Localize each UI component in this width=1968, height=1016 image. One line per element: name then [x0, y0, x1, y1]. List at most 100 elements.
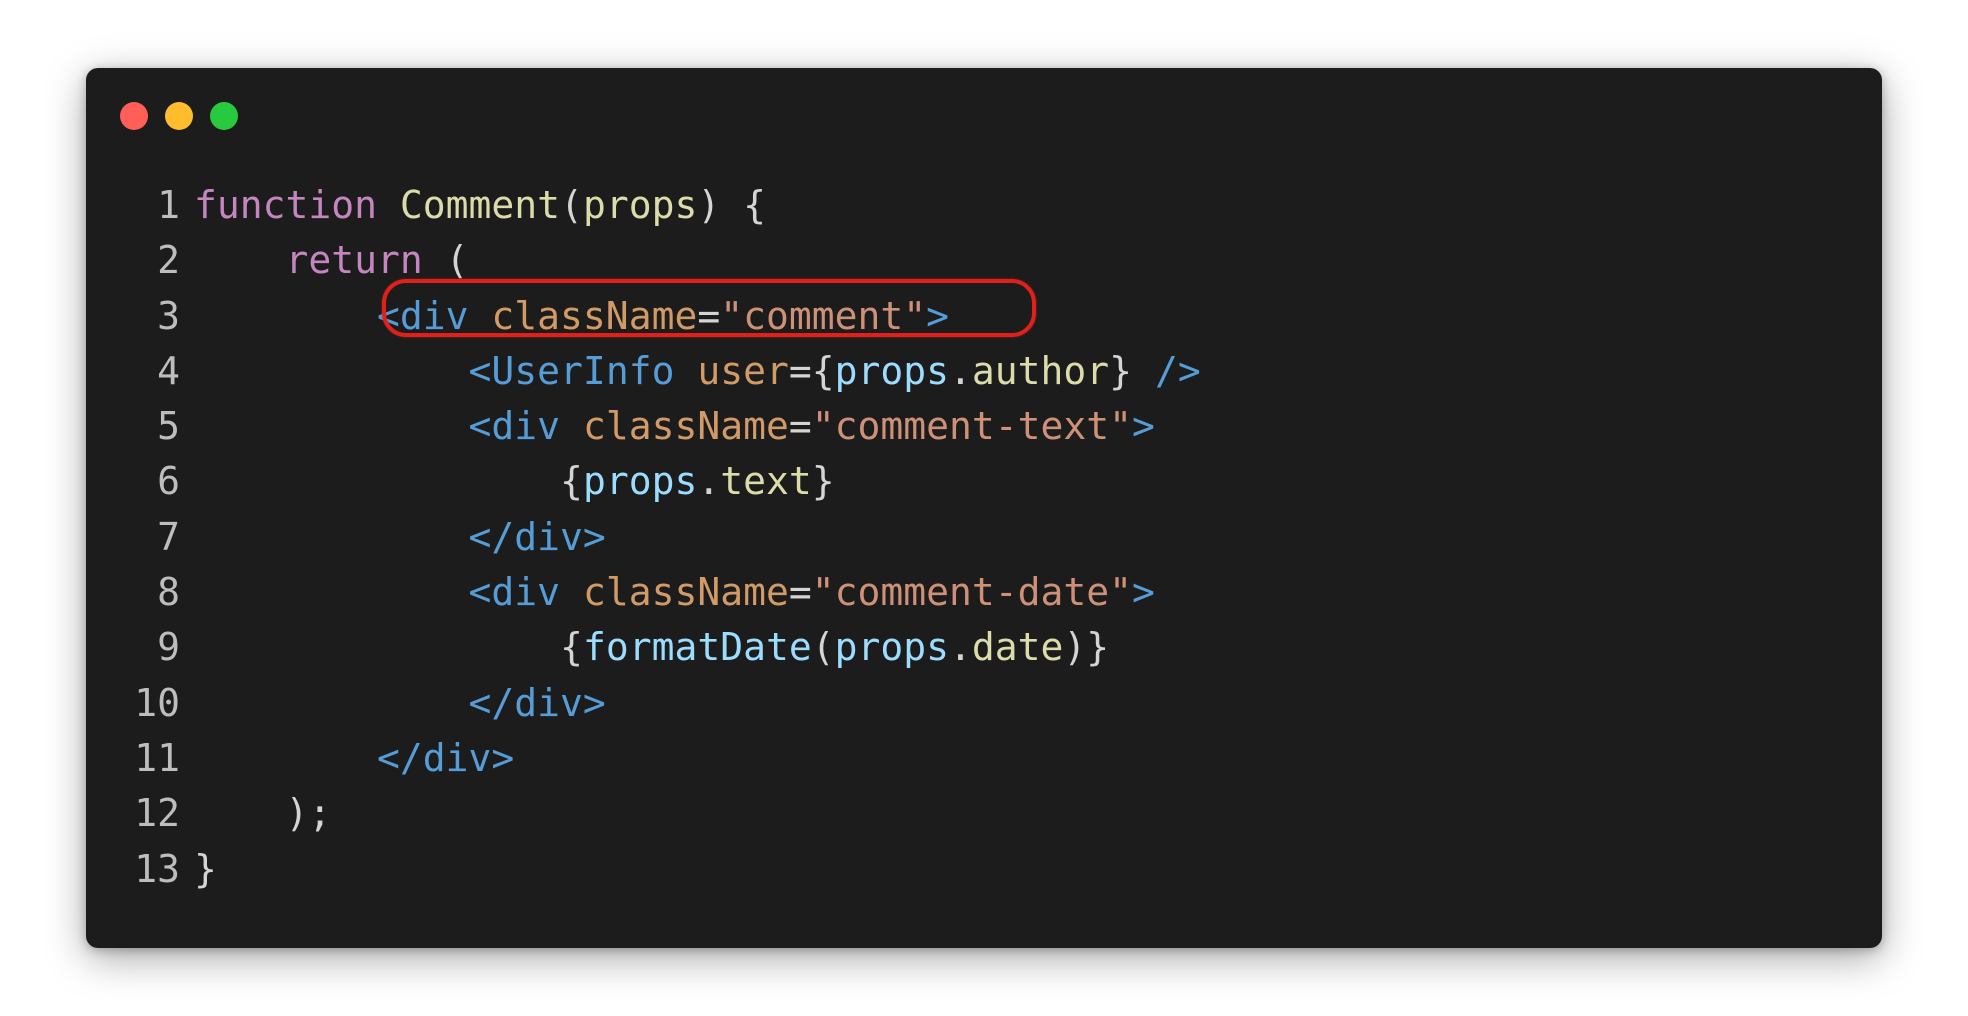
- line-number: 5: [157, 404, 180, 449]
- page: 1 function Comment(props) {2 return (3 <d…: [0, 0, 1968, 1016]
- code-token: className: [582, 570, 789, 615]
- code-block: 1 function Comment(props) {2 return (3 <d…: [86, 178, 1201, 897]
- code-token: <div: [468, 404, 583, 449]
- line-number: 3: [157, 293, 180, 338]
- code-line: 11 </div>: [86, 731, 514, 786]
- line-number: 12: [134, 791, 180, 836]
- code-text: </div>: [194, 510, 606, 565]
- code-line: 9 {formatDate(props.date)}: [86, 620, 1109, 675]
- code-line: 6 {props.text}: [86, 454, 835, 509]
- minimize-button[interactable]: [165, 102, 193, 130]
- code-text: {formatDate(props.date)}: [194, 620, 1109, 675]
- code-text: );: [194, 786, 332, 841]
- line-number: 9: [157, 625, 180, 670]
- code-line: 7 </div>: [86, 510, 606, 565]
- code-token: }: [194, 846, 217, 891]
- code-token: ={: [788, 348, 835, 393]
- code-text: </div>: [194, 731, 514, 786]
- code-token: <div: [468, 570, 583, 615]
- code-line: 5 <div className="comment-text">: [86, 399, 1155, 454]
- code-line: 3 <div className="comment">: [86, 289, 949, 344]
- code-text: return (: [194, 233, 469, 288]
- code-token: =: [697, 293, 721, 338]
- code-line: 10 </div>: [86, 676, 606, 731]
- code-token: </div>: [468, 514, 606, 559]
- code-token: "comment-text": [811, 404, 1133, 449]
- code-token: (: [422, 238, 469, 283]
- code-token: className: [582, 404, 789, 449]
- code-token: function: [194, 183, 400, 227]
- window-controls: [120, 102, 238, 130]
- code-text: <div className="comment">: [194, 289, 949, 344]
- code-token: >: [1132, 570, 1155, 615]
- code-token: date: [971, 625, 1064, 670]
- code-token: >: [1132, 404, 1155, 449]
- code-token: );: [194, 791, 332, 836]
- maximize-button[interactable]: [210, 102, 238, 130]
- code-token: {: [194, 625, 583, 670]
- code-token: .: [697, 459, 721, 504]
- code-token: formatDate: [582, 625, 812, 670]
- code-line: 13}: [86, 842, 217, 897]
- code-token: </div>: [377, 735, 515, 780]
- close-button[interactable]: [120, 102, 148, 130]
- line-number: 8: [157, 570, 180, 615]
- code-text: </div>: [194, 676, 606, 731]
- code-token: text: [720, 459, 812, 504]
- code-token: return: [285, 238, 423, 283]
- code-window: 1 function Comment(props) {2 return (3 <d…: [86, 68, 1882, 948]
- code-token: user: [697, 348, 789, 393]
- line-number: 1: [157, 183, 180, 227]
- code-line: 1 function Comment(props) {: [86, 178, 766, 233]
- code-token: }: [811, 459, 835, 504]
- code-token: "comment": [720, 293, 927, 338]
- code-token: />: [1154, 348, 1201, 393]
- code-token: =: [788, 570, 812, 615]
- code-token: <div: [377, 293, 492, 338]
- code-token: author: [971, 348, 1110, 393]
- code-token: ) {: [697, 183, 766, 227]
- code-token: props: [834, 348, 949, 393]
- code-text: <div className="comment-date">: [194, 565, 1155, 620]
- code-token: className: [491, 293, 698, 338]
- code-text: <div className="comment-text">: [194, 399, 1155, 454]
- code-line: 8 <div className="comment-date">: [86, 565, 1155, 620]
- code-text: function Comment(props) {: [194, 178, 766, 233]
- code-token: {: [194, 459, 583, 504]
- code-token: =: [788, 404, 812, 449]
- code-token: (: [811, 625, 835, 670]
- code-token: props: [582, 183, 698, 227]
- code-token: }: [1109, 348, 1155, 393]
- code-token: <UserInfo: [468, 348, 698, 393]
- code-token: "comment-date": [811, 570, 1133, 615]
- code-token: Comment: [399, 183, 561, 227]
- code-token: (: [560, 183, 583, 227]
- code-text: }: [194, 842, 217, 897]
- code-token: .: [949, 348, 972, 393]
- line-number: 2: [157, 238, 180, 283]
- line-number: 6: [157, 459, 180, 504]
- code-line: 2 return (: [86, 233, 468, 288]
- code-token: props: [834, 625, 949, 670]
- code-line: 12 );: [86, 786, 331, 841]
- code-token: >: [926, 293, 950, 338]
- code-token: props: [582, 459, 698, 504]
- line-number: 4: [157, 348, 180, 393]
- code-text: {props.text}: [194, 454, 835, 509]
- code-token: </div>: [468, 680, 606, 725]
- line-number: 13: [134, 846, 180, 891]
- line-number: 11: [134, 735, 180, 780]
- line-number: 7: [157, 514, 180, 559]
- code-token: )}: [1063, 625, 1110, 670]
- code-token: .: [949, 625, 972, 670]
- code-text: <UserInfo user={props.author} />: [194, 344, 1201, 399]
- code-line: 4 <UserInfo user={props.author} />: [86, 344, 1201, 399]
